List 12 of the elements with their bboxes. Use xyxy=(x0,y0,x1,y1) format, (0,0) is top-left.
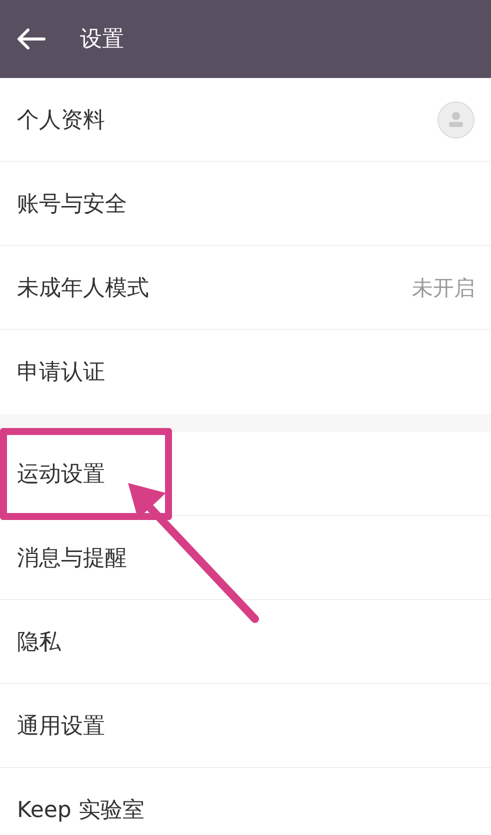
settings-item[interactable]: 通用设置 xyxy=(0,684,491,768)
settings-item[interactable]: 申请认证 xyxy=(0,330,491,414)
settings-item[interactable]: 未成年人模式 未开启 xyxy=(0,246,491,330)
avatar-icon xyxy=(437,100,475,138)
settings-item[interactable]: 账号与安全 xyxy=(0,162,491,246)
back-arrow-icon[interactable] xyxy=(16,28,46,50)
page-title: 设置 xyxy=(80,26,124,54)
settings-item[interactable]: 个人资料 xyxy=(0,78,491,162)
item-value: 未开启 xyxy=(412,274,475,302)
settings-item[interactable]: 消息与提醒 xyxy=(0,516,491,600)
settings-item[interactable]: Keep 实验室 xyxy=(0,768,491,835)
settings-item[interactable]: 隐私 xyxy=(0,600,491,684)
